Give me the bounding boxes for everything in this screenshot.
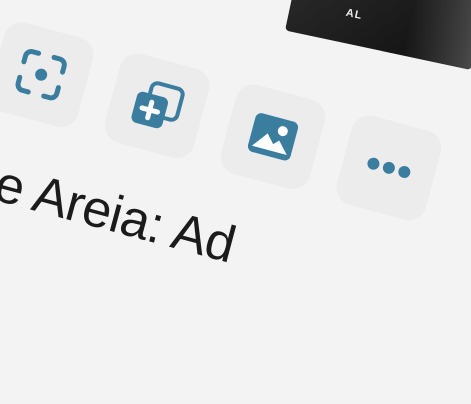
thumbnail-shade	[402, 0, 471, 70]
thumbnail-caption: AL	[344, 6, 364, 23]
add-to-collection-button[interactable]	[100, 49, 214, 163]
image-button[interactable]	[216, 80, 330, 194]
thumbnail-image[interactable]: AL	[285, 0, 471, 70]
lens-button[interactable]	[0, 18, 98, 132]
image-icon	[247, 113, 299, 161]
action-sheet: de Areia: Ad	[0, 8, 471, 404]
screen: AL de Areia: Ad	[0, 0, 471, 274]
add-copy-icon	[131, 81, 185, 129]
more-button[interactable]	[332, 111, 446, 225]
focus-scan-icon	[15, 49, 67, 101]
more-dots-icon	[367, 157, 411, 179]
